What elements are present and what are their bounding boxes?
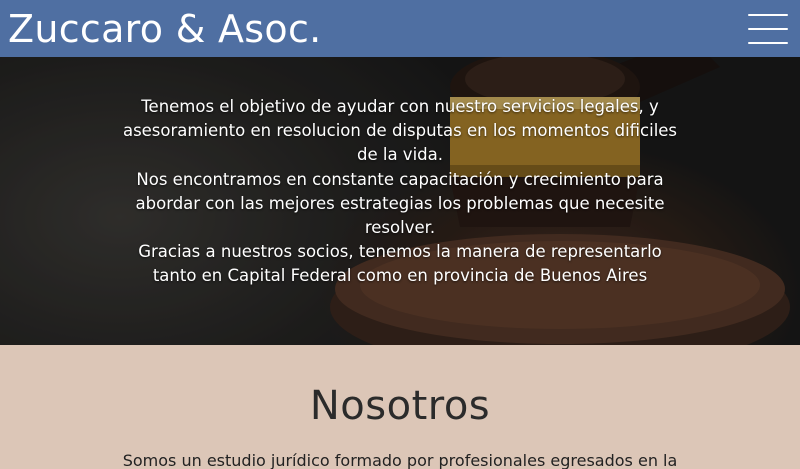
hero-line: de la vida. — [357, 145, 443, 165]
hero-line: asesoramiento en resolucion de disputas … — [122, 121, 678, 141]
brand-link[interactable]: Zuccaro & Asoc. — [8, 9, 322, 48]
menu-bar — [748, 41, 788, 44]
menu-bar — [748, 13, 788, 16]
about-text: Somos un estudio jurídico formado por pr… — [122, 451, 678, 469]
navbar: Zuccaro & Asoc. — [0, 0, 800, 57]
menu-bar — [748, 27, 788, 30]
hero-text: Tenemos el objetivo de ayudar con nuestr… — [110, 95, 690, 289]
hero-line: resolver. — [364, 218, 436, 238]
hero-line: tanto en Capital Federal como en provinc… — [152, 266, 648, 286]
hero-banner: Tenemos el objetivo de ayudar con nuestr… — [0, 57, 800, 345]
about-section: Nosotros Somos un estudio jurídico forma… — [0, 345, 800, 469]
hero-line: abordar con las mejores estrategias los … — [135, 193, 665, 213]
about-title: Nosotros — [309, 383, 491, 429]
hero-line: Nos encontramos en constante capacitació… — [136, 169, 664, 189]
hero-line: Tenemos el objetivo de ayudar con nuestr… — [141, 97, 659, 116]
hero-line: Gracias a nuestros socios, tenemos la ma… — [138, 242, 662, 262]
hamburger-menu-icon[interactable] — [748, 13, 788, 44]
